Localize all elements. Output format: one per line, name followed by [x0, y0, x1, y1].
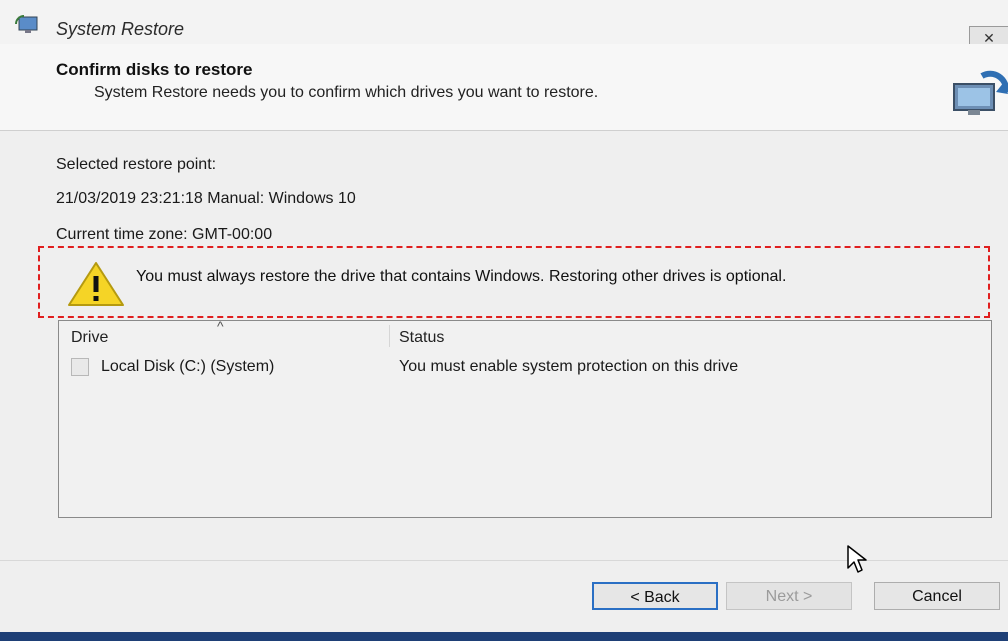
title-bar: System Restore ✕: [0, 0, 1008, 50]
mouse-pointer-icon: [847, 545, 867, 573]
warning-text: You must always restore the drive that c…: [136, 268, 787, 285]
wizard-header: Confirm disks to restore System Restore …: [0, 44, 1008, 131]
table-row[interactable]: Local Disk (C:) (System) You must enable…: [59, 355, 991, 379]
warning-icon: [68, 262, 124, 306]
cancel-button[interactable]: Cancel: [874, 582, 1000, 610]
selected-point-value: 21/03/2019 23:21:18 Manual: Windows 10: [56, 190, 356, 207]
drive-checkbox[interactable]: [71, 358, 89, 376]
system-restore-window: System Restore ✕ Confirm disks to restor…: [0, 0, 1008, 632]
page-title: Confirm disks to restore: [56, 60, 253, 79]
restore-computer-icon: [953, 70, 1008, 115]
column-header-drive[interactable]: Drive: [71, 329, 108, 347]
drive-status: You must enable system protection on thi…: [399, 358, 739, 375]
drive-list[interactable]: ^ Drive Status Local Disk (C:) (System) …: [58, 318, 992, 518]
sort-ascending-icon: ^: [217, 318, 224, 334]
column-divider[interactable]: [389, 325, 390, 347]
warning-message-box: You must always restore the drive that c…: [38, 246, 990, 318]
time-zone-label: Current time zone: GMT-00:00: [56, 226, 273, 243]
column-header-status[interactable]: Status: [399, 329, 444, 347]
selected-point-label: Selected restore point:: [56, 156, 217, 173]
system-restore-icon: [15, 15, 38, 33]
back-button[interactable]: < Back: [592, 582, 718, 610]
page-subtitle: System Restore needs you to confirm whic…: [94, 84, 599, 101]
window-title: System Restore: [56, 19, 185, 39]
drive-name: Local Disk (C:) (System): [101, 358, 275, 375]
next-button[interactable]: Next >: [726, 582, 852, 610]
